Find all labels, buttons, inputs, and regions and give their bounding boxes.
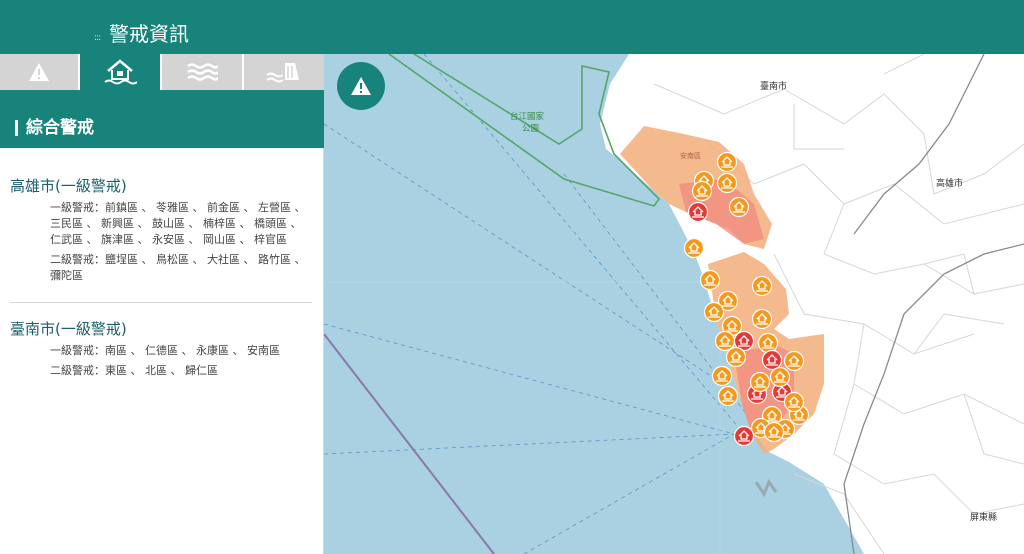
- tab-waves[interactable]: [162, 54, 242, 90]
- flood-marker-level2[interactable]: [728, 196, 750, 218]
- app-header: ::: 警戒資訊: [0, 0, 1024, 54]
- section-header: 綜合警戒: [0, 90, 324, 148]
- flood-marker-level2[interactable]: [716, 172, 738, 194]
- drag-grip-icon[interactable]: :::: [94, 33, 101, 43]
- level1-districts: 一級警戒：南區 、 仁德區 、 永康區 、 安南區: [50, 344, 280, 357]
- level1-districts: 一級警戒：前鎮區 、 苓雅區 、 前金區 、 左營區 、 三民區 、 新興區 、…: [50, 201, 306, 246]
- sidebar: 綜合警戒 高雄市(一級警戒) 一級警戒：前鎮區 、 苓雅區 、 前金區 、 左營…: [0, 54, 324, 554]
- harbor: [754, 478, 778, 498]
- waves-icon: [187, 63, 218, 81]
- flood-marker-level2[interactable]: [683, 237, 705, 259]
- flood-marker-level2[interactable]: [751, 308, 773, 330]
- level2-districts: 二級警戒：東區 、 北區 、 歸仁區: [50, 364, 218, 377]
- map-view[interactable]: 臺南市 高雄市 屏東縣 台江國家 公園 安南區: [324, 54, 1024, 554]
- map-alert-button[interactable]: [337, 62, 385, 110]
- level2-districts: 二級警戒：鹽埕區 、 鳥松區 、 大社區 、 路竹區 、 彌陀區: [50, 253, 306, 282]
- sea-boundary: [324, 333, 495, 554]
- flood-marker-level1[interactable]: [733, 425, 755, 447]
- tab-bar: [0, 54, 324, 90]
- dam-icon: [266, 63, 299, 83]
- warning-icon: [351, 77, 371, 95]
- house-flood-icon: [104, 59, 137, 85]
- land-mass: [600, 54, 1024, 554]
- label-pingtung: 屏東縣: [970, 511, 997, 523]
- warning-icon: [29, 63, 49, 81]
- map-canvas[interactable]: 臺南市 高雄市 屏東縣 台江國家 公園 安南區: [324, 54, 1024, 554]
- flood-marker-level2[interactable]: [783, 391, 805, 413]
- flood-marker-level2[interactable]: [714, 330, 736, 352]
- tab-dam[interactable]: [244, 54, 324, 90]
- flood-marker-level2[interactable]: [749, 371, 771, 393]
- flood-marker-level1[interactable]: [761, 349, 783, 371]
- tab-warning[interactable]: [0, 54, 78, 90]
- section-marker: [15, 120, 18, 136]
- label-kaohsiung: 高雄市: [936, 177, 963, 189]
- flood-marker-level2[interactable]: [769, 366, 791, 388]
- tab-flood[interactable]: [80, 54, 160, 90]
- flood-marker-level2[interactable]: [691, 180, 713, 202]
- label-annan: 安南區: [680, 151, 701, 160]
- divider: [10, 302, 312, 303]
- flood-marker-level2[interactable]: [716, 151, 738, 173]
- label-tainan: 臺南市: [760, 80, 787, 92]
- flood-marker-level2[interactable]: [703, 301, 725, 323]
- flood-marker-level2[interactable]: [783, 350, 805, 372]
- section-title: 綜合警戒: [26, 118, 94, 138]
- flood-marker-level2[interactable]: [725, 346, 747, 368]
- flood-marker-level2[interactable]: [763, 421, 785, 443]
- page-title: 警戒資訊: [109, 22, 189, 46]
- flood-marker-level2[interactable]: [711, 365, 733, 387]
- flood-marker-level2[interactable]: [717, 385, 739, 407]
- city-title[interactable]: 高雄市(一級警戒): [10, 175, 310, 197]
- city-title[interactable]: 臺南市(一級警戒): [10, 318, 310, 340]
- city-block-tainan: 臺南市(一級警戒) 一級警戒：南區 、 仁德區 、 永康區 、 安南區 二級警戒…: [10, 318, 310, 379]
- label-park-line1: 台江國家: [510, 111, 545, 122]
- flood-marker-level1[interactable]: [687, 201, 709, 223]
- label-park-line2: 公園: [522, 124, 539, 134]
- city-block-kaohsiung: 高雄市(一級警戒) 一級警戒：前鎮區 、 苓雅區 、 前金區 、 左營區 、 三…: [10, 175, 310, 284]
- flood-marker-level2[interactable]: [751, 275, 773, 297]
- flood-marker-level2[interactable]: [699, 269, 721, 291]
- flood-marker-level2[interactable]: [757, 332, 779, 354]
